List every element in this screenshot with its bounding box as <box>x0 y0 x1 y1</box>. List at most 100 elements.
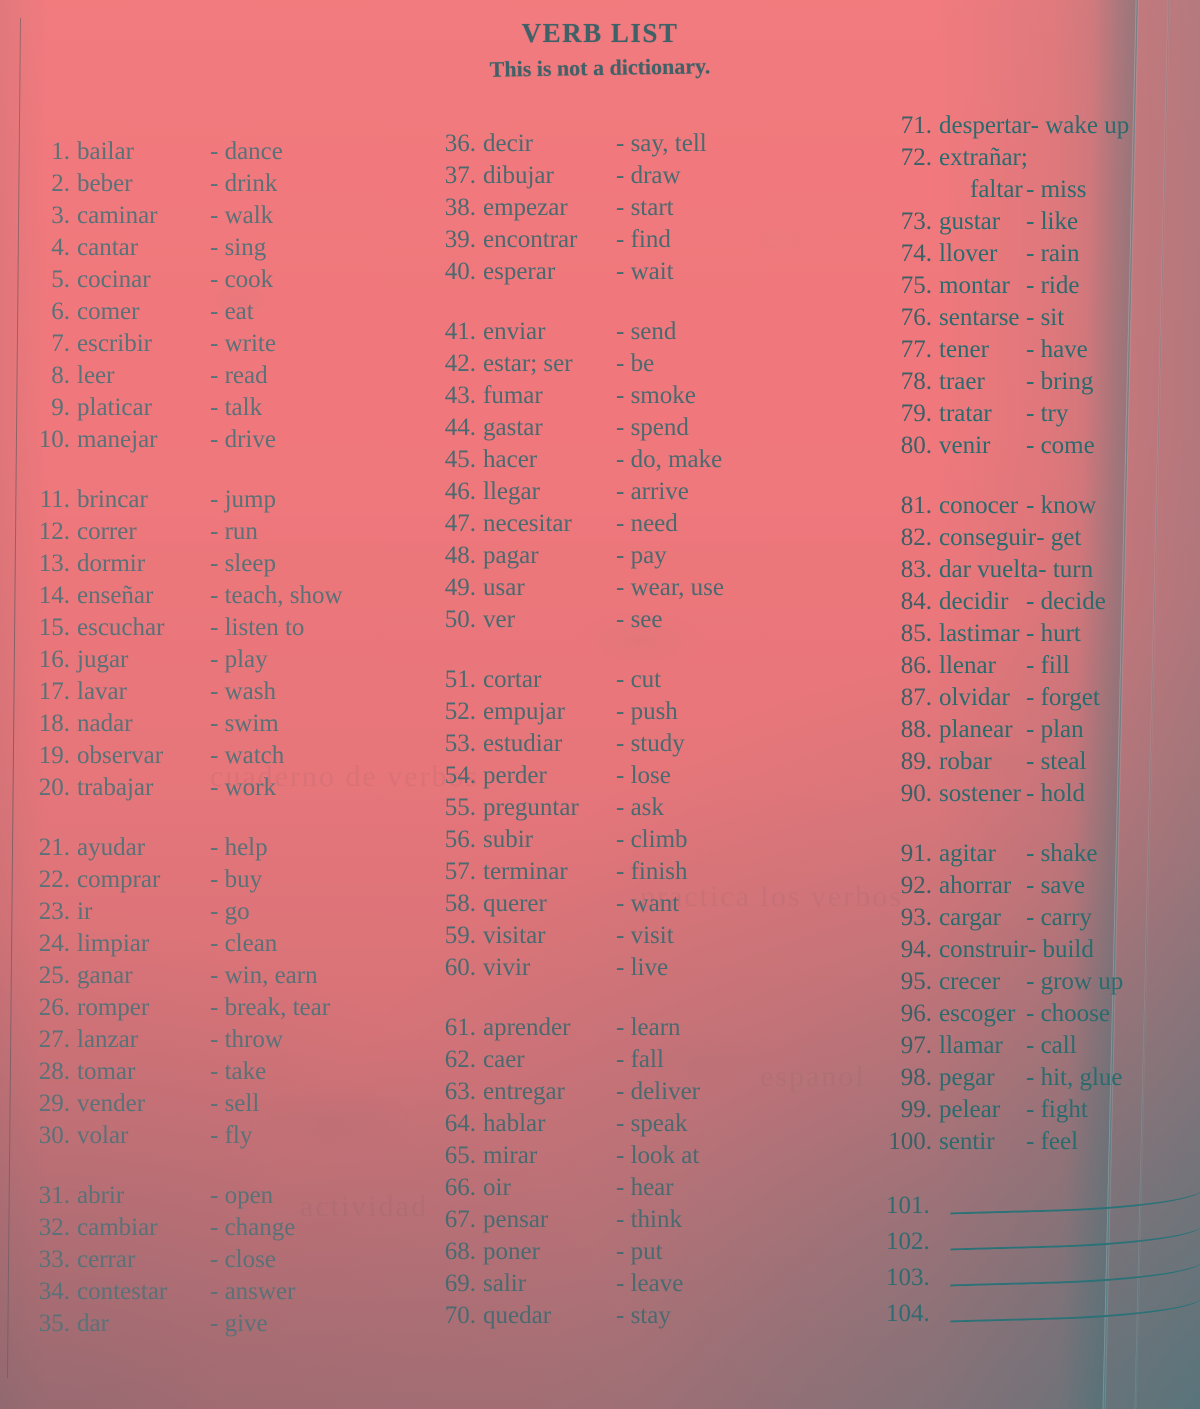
verb-entry: 9. platicar - talk <box>26 392 406 424</box>
verb-english: - give <box>210 1310 268 1337</box>
verb-entry: 77. tener - have <box>886 334 1186 366</box>
verb-english: - open <box>210 1182 274 1209</box>
verb-number: 25. <box>38 962 70 989</box>
verb-number: 67. <box>444 1206 476 1233</box>
verb-entry: 47. necesitar - need <box>436 508 826 540</box>
verb-entry: 49. usar - wear, use <box>436 572 826 604</box>
verb-spanish: lastimar <box>939 620 1020 647</box>
verb-english: - stay <box>616 1302 671 1329</box>
verb-entry: 59. visitar - visit <box>436 920 826 952</box>
verb-spanish: cambiar <box>77 1214 158 1241</box>
verb-english: - help <box>210 834 268 861</box>
verb-english: - go <box>210 898 250 925</box>
verb-number: 91. <box>900 840 932 867</box>
verb-number: 44. <box>444 414 476 441</box>
verb-number: 3. <box>51 202 70 229</box>
verb-number: 47. <box>444 510 476 537</box>
verb-entry: 86. llenar - fill <box>886 650 1186 682</box>
verb-entry: 23. ir - go <box>26 896 406 928</box>
verb-entry: 82. conseguir - get <box>886 522 1186 554</box>
verb-entry: 97. llamar - call <box>886 1030 1186 1062</box>
verb-group: 21. ayudar - help 22. comprar - buy 23. ir - go 2… <box>26 832 406 1152</box>
verb-entry: 38. empezar - start <box>436 192 826 224</box>
verb-english: - walk <box>210 202 274 229</box>
verb-english: - steal <box>1026 748 1087 775</box>
header: VERB LIST This is not a dictionary. <box>0 18 1200 82</box>
verb-entry: 92. ahorrar - save <box>886 870 1186 902</box>
verb-entry: 81. conocer - know <box>886 490 1186 522</box>
verb-entry: 36. decir - say, tell <box>436 128 826 160</box>
verb-entry: 26. romper - break, tear <box>26 992 406 1024</box>
verb-number: 8. <box>51 362 70 389</box>
verb-spanish: cortar <box>483 666 542 693</box>
verb-number: 20. <box>38 774 70 801</box>
verb-english: - forget <box>1026 684 1100 711</box>
verb-number: 90. <box>900 780 932 807</box>
verb-english: - cook <box>210 266 274 293</box>
worksheet-page: cuaderno de verbos practica los verbos a… <box>0 0 1200 1409</box>
verb-number: 11. <box>39 486 70 513</box>
verb-english: - find <box>616 226 671 253</box>
verb-english: - arrive <box>616 478 689 505</box>
verb-english: - close <box>210 1246 276 1273</box>
verb-number: 17. <box>38 678 70 705</box>
verb-english: - dance <box>210 138 283 165</box>
verb-entry: 8. leer - read <box>26 360 406 392</box>
verb-entry: 79. tratar - try <box>886 398 1186 430</box>
verb-entry: 15. escuchar - listen to <box>26 612 406 644</box>
verb-spanish: leer <box>77 362 115 389</box>
verb-entry: 63. entregar - deliver <box>436 1076 826 1108</box>
verb-number: 41. <box>444 318 476 345</box>
blank-write-in-line[interactable] <box>950 1301 1186 1321</box>
verb-spanish: ahorrar <box>939 872 1012 899</box>
verb-entry: 34. contestar - answer <box>26 1276 406 1308</box>
verb-spanish: dar <box>77 1310 109 1337</box>
verb-spanish: perder <box>483 762 547 789</box>
verb-entry: 42. estar; ser - be <box>436 348 826 380</box>
verb-spanish: cocinar <box>77 266 151 293</box>
verb-number: 31. <box>38 1182 70 1209</box>
verb-english: - hurt <box>1026 620 1081 647</box>
verb-spanish: tener <box>939 336 989 363</box>
verb-column-1: 1. bailar - dance 2. beber - drink 3. caminar - … <box>26 136 406 1340</box>
verb-entry: 31. abrir - open <box>26 1180 406 1212</box>
verb-group: 81. conocer - know 82. conseguir - get 83. dar … <box>886 490 1186 810</box>
verb-group: 91. agitar - shake 92. ahorrar - save 93. carga… <box>886 838 1186 1158</box>
verb-entry: 14. enseñar - teach, show <box>26 580 406 612</box>
verb-english: - change <box>210 1214 296 1241</box>
verb-number: 72. <box>900 144 932 171</box>
verb-entry: 39. encontrar - find <box>436 224 826 256</box>
verb-number: 58. <box>444 890 476 917</box>
verb-english: - think <box>616 1206 682 1233</box>
verb-entry: 1. bailar - dance <box>26 136 406 168</box>
verb-number: 98. <box>900 1064 932 1091</box>
verb-spanish: cerrar <box>77 1246 136 1273</box>
verb-spanish: vivir <box>483 954 531 981</box>
blank-verb-entry: 104. <box>886 1296 1186 1332</box>
verb-entry: 46. llegar - arrive <box>436 476 826 508</box>
blank-write-in-line[interactable] <box>950 1229 1186 1249</box>
verb-english: - draw <box>616 162 681 189</box>
verb-entry: 71. despertar - wake up <box>886 110 1186 142</box>
verb-spanish: conocer <box>939 492 1019 519</box>
verb-english: - know <box>1026 492 1097 519</box>
verb-spanish: decidir <box>939 588 1009 615</box>
verb-number: 78. <box>900 368 932 395</box>
verb-number: 50. <box>444 606 476 633</box>
verb-number: 55. <box>444 794 476 821</box>
verb-entry: 4. cantar - sing <box>26 232 406 264</box>
verb-number: 36. <box>444 130 476 157</box>
verb-entry: 75. montar - ride <box>886 270 1186 302</box>
verb-spanish: llamar <box>939 1032 1003 1059</box>
verb-number: 97. <box>900 1032 932 1059</box>
verb-number: 85. <box>900 620 932 647</box>
blank-write-in-line[interactable] <box>950 1193 1186 1213</box>
verb-number: 52. <box>444 698 476 725</box>
blank-write-in-line[interactable] <box>950 1265 1186 1285</box>
verb-english: - answer <box>210 1278 296 1305</box>
verb-entry: 56. subir - climb <box>436 824 826 856</box>
verb-number: 2. <box>51 170 70 197</box>
verb-spanish: esperar <box>483 258 556 285</box>
